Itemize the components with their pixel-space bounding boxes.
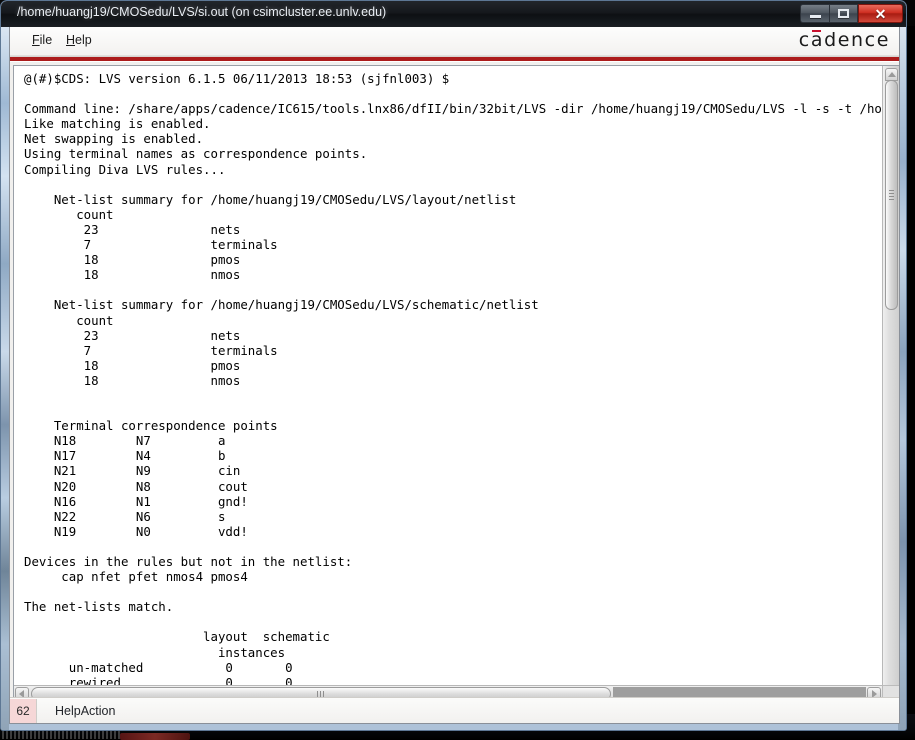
menu-help-mnemonic: H bbox=[66, 33, 76, 47]
menu-item-file[interactable]: File bbox=[32, 33, 52, 47]
vertical-scrollbar-thumb[interactable] bbox=[885, 80, 898, 310]
menu-file-mnemonic: F bbox=[32, 33, 40, 47]
close-button[interactable]: ✕ bbox=[858, 4, 903, 23]
status-bar: 62 HelpAction bbox=[10, 697, 899, 723]
menu-file-rest: ile bbox=[39, 33, 53, 47]
vertical-scrollbar[interactable] bbox=[882, 66, 899, 685]
minimize-icon bbox=[809, 15, 821, 18]
menu-bar: File Help cadence bbox=[10, 27, 899, 56]
window-title: /home/huangj19/CMOSedu/LVS/si.out (on cs… bbox=[17, 5, 387, 19]
application-client-area: File Help cadence @(#)$CDS: LVS version … bbox=[9, 27, 900, 724]
cadence-logo: cadence bbox=[799, 29, 890, 51]
lvs-output-text: @(#)$CDS: LVS version 6.1.5 06/11/2013 1… bbox=[24, 71, 882, 685]
window-titlebar[interactable]: /home/huangj19/CMOSedu/LVS/si.out (on cs… bbox=[1, 1, 906, 27]
brand-accent-letter: a bbox=[810, 29, 825, 51]
taskbar-dots-icon bbox=[2, 731, 122, 739]
brand-red-rule bbox=[10, 56, 899, 62]
brand-post: dence bbox=[824, 29, 890, 51]
window-caption-buttons: ✕ bbox=[800, 4, 903, 23]
menu-help-rest: elp bbox=[75, 33, 92, 47]
maximize-button[interactable] bbox=[829, 4, 858, 23]
close-icon: ✕ bbox=[874, 5, 887, 22]
maximize-icon bbox=[838, 9, 849, 18]
status-count-badge: 62 bbox=[10, 698, 37, 723]
window-left-border bbox=[1, 1, 9, 730]
menu-item-help[interactable]: Help bbox=[66, 33, 92, 47]
output-text-pane: @(#)$CDS: LVS version 6.1.5 06/11/2013 1… bbox=[13, 65, 899, 702]
lvs-output-window: /home/huangj19/CMOSedu/LVS/si.out (on cs… bbox=[0, 0, 907, 731]
brand-pre: c bbox=[798, 29, 811, 51]
minimize-button[interactable] bbox=[800, 4, 829, 23]
taskbar-app-icon bbox=[120, 733, 190, 740]
vertical-thumb-grip-icon bbox=[889, 190, 894, 200]
output-text-viewport[interactable]: @(#)$CDS: LVS version 6.1.5 06/11/2013 1… bbox=[14, 66, 882, 685]
status-message: HelpAction bbox=[55, 703, 116, 718]
